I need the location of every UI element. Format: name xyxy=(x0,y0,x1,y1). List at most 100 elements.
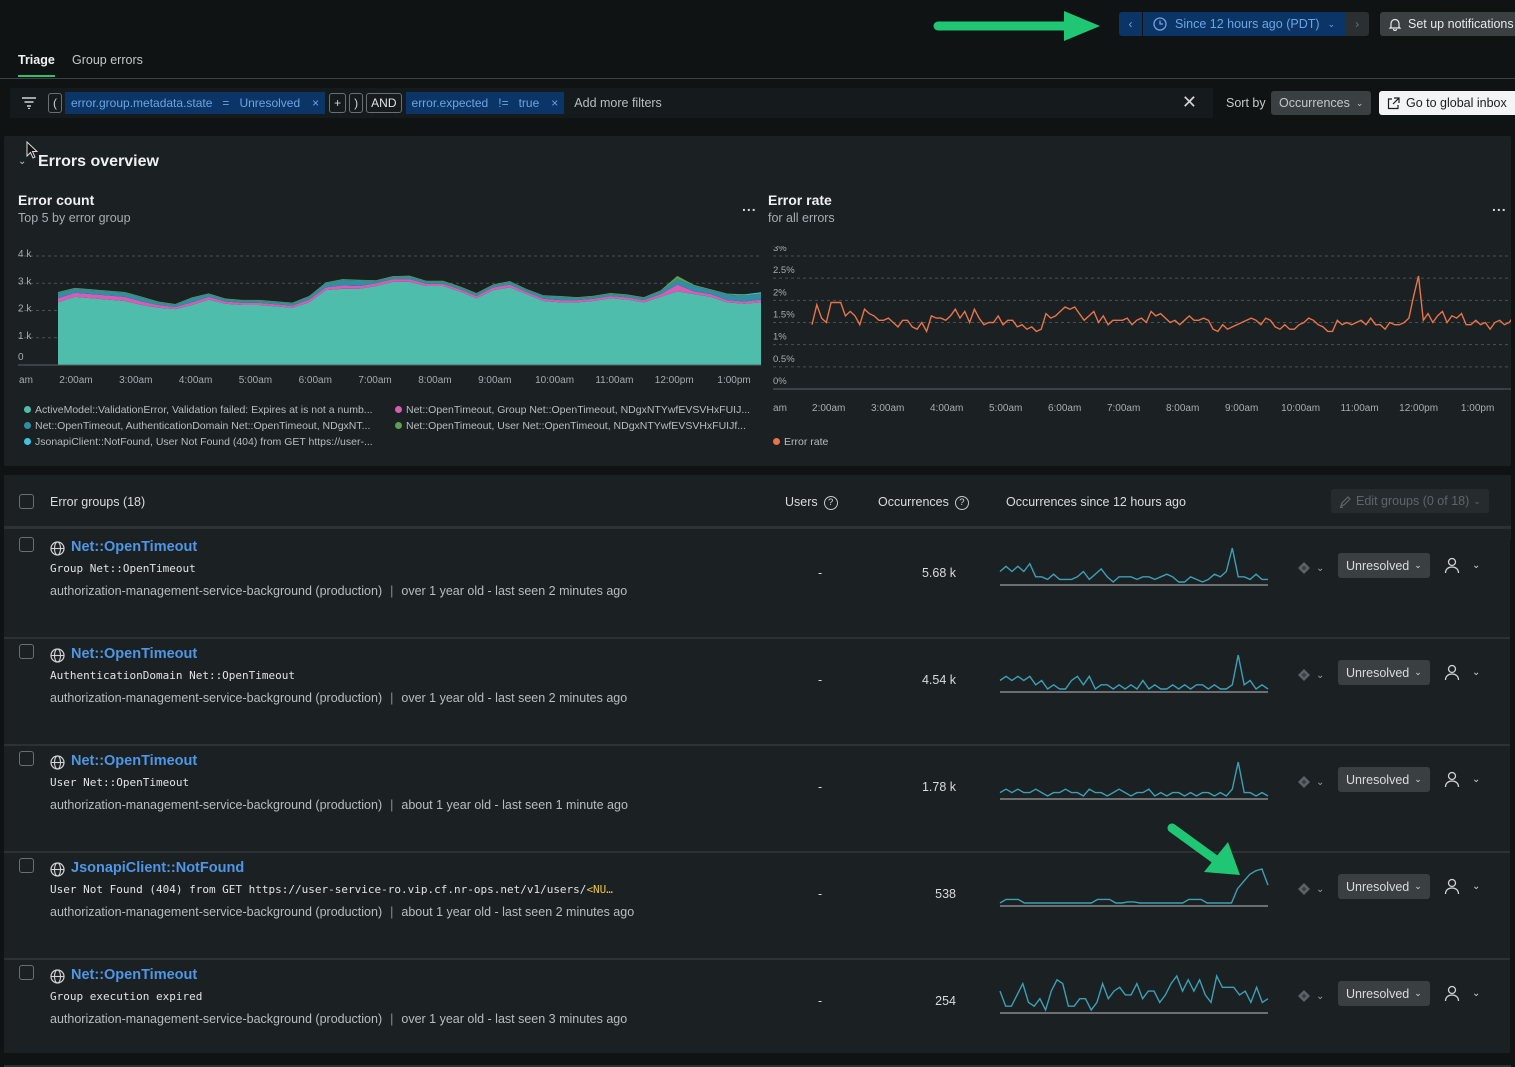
error-rate-more-icon[interactable]: ... xyxy=(1492,198,1507,214)
occurrences-column-header[interactable]: Occurrences? xyxy=(878,495,969,510)
help-icon[interactable]: ? xyxy=(823,495,838,510)
divider: | xyxy=(390,584,394,598)
sort-by-select[interactable]: Occurrences ⌄ xyxy=(1271,91,1372,115)
error-group-title-link[interactable]: JsonapiClient::NotFound xyxy=(71,860,244,876)
row-checkbox[interactable] xyxy=(19,644,34,659)
sparkline-line xyxy=(999,654,1269,691)
edit-groups-button[interactable]: Edit groups (0 of 18) ⌄ xyxy=(1331,489,1489,513)
time-range-select[interactable]: Since 12 hours ago (PDT) ⌄ xyxy=(1143,12,1346,36)
error-group-title-link[interactable]: Net::OpenTimeout xyxy=(71,967,197,983)
remove-filter-icon[interactable]: × xyxy=(312,96,319,110)
entity-name[interactable]: authorization-management-service-backgro… xyxy=(50,905,382,919)
close-paren-token[interactable]: ) xyxy=(349,93,364,113)
filter-chip-state[interactable]: error.group.metadata.state = Unresolved … xyxy=(65,92,326,114)
assign-user-button[interactable]: ⌄ xyxy=(1444,771,1480,788)
clock-icon xyxy=(1153,17,1167,31)
entity-name[interactable]: authorization-management-service-backgro… xyxy=(50,691,382,705)
filter-bar[interactable]: ( error.group.metadata.state = Unresolve… xyxy=(10,88,1213,118)
setup-notifications-label: Set up notifications xyxy=(1408,17,1514,31)
status-select[interactable]: Unresolved ⌄ xyxy=(1338,874,1430,899)
users-count: - xyxy=(818,887,823,901)
error-group-row[interactable]: Net::OpenTimeout User Net::OpenTimeout a… xyxy=(4,746,1511,853)
legend-label: Net::OpenTimeout, AuthenticationDomain N… xyxy=(35,420,371,432)
y-tick-label: 1% xyxy=(773,332,787,343)
jira-link-button[interactable]: ⌄ xyxy=(1298,669,1324,681)
chevron-down-icon: ⌄ xyxy=(1316,669,1325,681)
globe-icon xyxy=(50,755,65,770)
legend-label: JsonapiClient::NotFound, User Not Found … xyxy=(35,436,373,448)
assign-user-button[interactable]: ⌄ xyxy=(1444,878,1480,895)
setup-notifications-button[interactable]: Set up notifications xyxy=(1380,12,1515,36)
bell-icon xyxy=(1388,18,1402,31)
occurrences-count: 1.78 k xyxy=(921,780,956,794)
time-picker[interactable]: ‹ Since 12 hours ago (PDT) ⌄ › xyxy=(1119,12,1370,36)
error-rate-legend: Error rate xyxy=(773,436,828,448)
remove-filter-icon[interactable]: × xyxy=(551,96,558,110)
jira-link-button[interactable]: ⌄ xyxy=(1298,776,1324,788)
go-to-global-inbox-button[interactable]: Go to global inbox xyxy=(1379,91,1515,115)
row-checkbox[interactable] xyxy=(19,537,34,552)
users-column-header[interactable]: Users? xyxy=(785,495,838,510)
x-tick-label: am xyxy=(19,375,33,386)
filter-chip-expected[interactable]: error.expected != true × xyxy=(405,92,565,114)
assign-user-button[interactable]: ⌄ xyxy=(1444,664,1480,681)
row-checkbox[interactable] xyxy=(19,751,34,766)
error-group-title-link[interactable]: Net::OpenTimeout xyxy=(71,646,197,662)
tab-triage[interactable]: Triage xyxy=(18,53,55,77)
x-tick-label: 7:00am xyxy=(358,375,391,386)
select-all-checkbox[interactable] xyxy=(19,494,34,509)
status-value: Unresolved xyxy=(1346,986,1410,1001)
tab-group-errors[interactable]: Group errors xyxy=(72,53,143,75)
users-count: - xyxy=(818,780,823,794)
add-condition-button[interactable]: + xyxy=(329,93,347,113)
status-value: Unresolved xyxy=(1346,879,1410,894)
users-count: - xyxy=(818,994,823,1008)
error-group-title-link[interactable]: Net::OpenTimeout xyxy=(71,753,197,769)
status-select[interactable]: Unresolved ⌄ xyxy=(1338,660,1430,685)
entity-name[interactable]: authorization-management-service-backgro… xyxy=(50,584,382,598)
error-message-text: Group Net::OpenTimeout xyxy=(50,562,196,575)
legend-item[interactable]: Net::OpenTimeout, AuthenticationDomain N… xyxy=(24,420,370,432)
open-paren-token[interactable]: ( xyxy=(48,93,62,113)
time-next-button[interactable]: › xyxy=(1345,12,1370,36)
error-group-row[interactable]: Net::OpenTimeout Group Net::OpenTimeout … xyxy=(4,532,1511,639)
error-group-row[interactable]: JsonapiClient::NotFound User Not Found (… xyxy=(4,853,1511,960)
error-group-meta: authorization-management-service-backgro… xyxy=(50,905,634,919)
error-message-highlight: <NU… xyxy=(586,883,613,896)
jira-link-button[interactable]: ⌄ xyxy=(1298,562,1324,574)
status-select[interactable]: Unresolved ⌄ xyxy=(1338,981,1430,1006)
entity-name[interactable]: authorization-management-service-backgro… xyxy=(50,798,382,812)
legend-item[interactable]: ActiveModel::ValidationError, Validation… xyxy=(24,404,373,416)
users-count: - xyxy=(818,673,823,687)
assign-user-button[interactable]: ⌄ xyxy=(1444,985,1480,1002)
error-rate-subtitle: for all errors xyxy=(768,211,835,225)
mouse-cursor-icon xyxy=(26,141,39,159)
divider: | xyxy=(390,691,394,705)
entity-name[interactable]: authorization-management-service-backgro… xyxy=(50,1012,382,1026)
add-more-filters-input[interactable]: Add more filters xyxy=(574,96,662,110)
help-icon[interactable]: ? xyxy=(954,495,969,510)
legend-item[interactable]: Net::OpenTimeout, User Net::OpenTimeout,… xyxy=(395,420,746,432)
and-operator-token[interactable]: AND xyxy=(366,93,402,113)
assign-user-button[interactable]: ⌄ xyxy=(1444,557,1480,574)
error-group-meta: authorization-management-service-backgro… xyxy=(50,584,627,598)
scrollbar-track[interactable] xyxy=(1510,540,1515,1053)
legend-item[interactable]: JsonapiClient::NotFound, User Not Found … xyxy=(24,436,373,448)
legend-label: Net::OpenTimeout, User Net::OpenTimeout,… xyxy=(406,420,746,432)
error-group-row[interactable]: Net::OpenTimeout Group execution expired… xyxy=(4,960,1511,1067)
row-checkbox[interactable] xyxy=(19,858,34,873)
error-group-title-link[interactable]: Net::OpenTimeout xyxy=(71,539,197,555)
jira-link-button[interactable]: ⌄ xyxy=(1298,883,1324,895)
error-count-more-icon[interactable]: ... xyxy=(742,198,757,214)
legend-item[interactable]: Net::OpenTimeout, Group Net::OpenTimeout… xyxy=(395,404,750,416)
clear-filters-icon[interactable]: ✕ xyxy=(1182,92,1197,113)
legend-swatch xyxy=(395,405,402,413)
jira-icon xyxy=(1298,669,1310,681)
error-group-row[interactable]: Net::OpenTimeout AuthenticationDomain Ne… xyxy=(4,639,1511,746)
status-select[interactable]: Unresolved ⌄ xyxy=(1338,553,1430,578)
row-checkbox[interactable] xyxy=(19,965,34,980)
status-select[interactable]: Unresolved ⌄ xyxy=(1338,767,1430,792)
time-prev-button[interactable]: ‹ xyxy=(1119,12,1143,36)
filter-icon[interactable] xyxy=(18,92,40,114)
jira-link-button[interactable]: ⌄ xyxy=(1298,990,1324,1002)
